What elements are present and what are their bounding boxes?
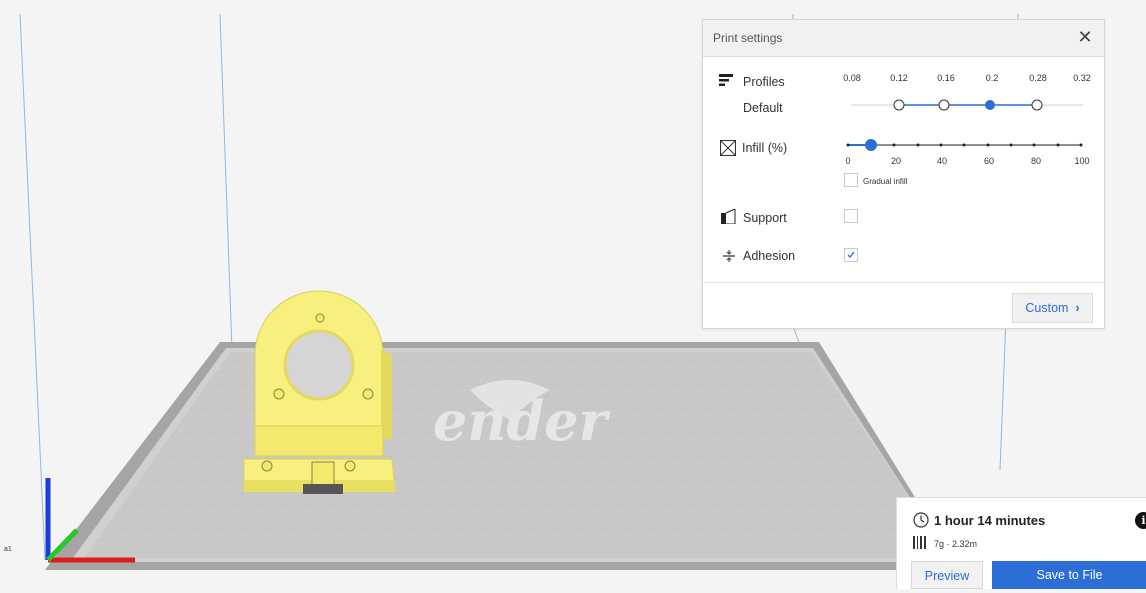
custom-button[interactable]: Custom › — [1012, 293, 1093, 323]
adhesion-label: Adhesion — [743, 249, 796, 263]
infill-icon — [720, 140, 736, 161]
profiles-icon — [719, 73, 733, 91]
gradual-infill-checkbox[interactable] — [844, 173, 858, 187]
infill-tick-80: 80 — [1030, 156, 1041, 166]
preview-button[interactable]: Preview — [911, 561, 983, 589]
panel-header: Print settings ✕ — [703, 20, 1104, 57]
adhesion-icon — [722, 249, 736, 268]
chevron-right-icon: › — [1071, 301, 1080, 315]
side-label: a1 — [4, 546, 12, 553]
material-usage: 7g · 2.32m — [934, 539, 978, 549]
support-icon — [721, 208, 736, 229]
profile-value-0: 0.08 — [843, 73, 861, 83]
profile-option-0-12 — [893, 99, 905, 111]
infill-tick-100: 100 — [1074, 156, 1090, 166]
profile-option-0-28 — [1031, 99, 1043, 111]
print-info-panel: 1 hour 14 minutes i 7g · 2.32m Preview S… — [896, 497, 1146, 589]
support-label: Support — [743, 211, 787, 225]
profiles-label: Profiles — [743, 75, 785, 89]
print-time: 1 hour 14 minutes — [934, 513, 1046, 528]
infill-tick-0: 0 — [845, 156, 851, 166]
profile-slider[interactable] — [851, 97, 1087, 113]
info-icon[interactable]: i — [1135, 512, 1146, 529]
infill-tick-40: 40 — [936, 156, 947, 166]
infill-tick-20: 20 — [890, 156, 901, 166]
custom-button-label: Custom — [1025, 301, 1069, 315]
profile-value-5: 0.32 — [1073, 73, 1091, 83]
profile-option-0-16 — [938, 99, 950, 111]
profile-current[interactable]: Default — [743, 101, 783, 115]
profile-value-2: 0.16 — [937, 73, 955, 83]
adhesion-checkbox[interactable] — [844, 248, 858, 262]
panel-divider — [703, 282, 1104, 283]
panel-title: Print settings — [713, 31, 783, 45]
clock-icon — [913, 512, 929, 533]
infill-tick-60: 60 — [983, 156, 994, 166]
volume-edge-left — [19, 13, 46, 561]
material-icon — [913, 536, 927, 554]
save-to-file-button[interactable]: Save to File — [992, 561, 1146, 589]
infill-label: Infill (%) — [742, 141, 788, 155]
volume-edge-back-left — [219, 13, 233, 351]
infill-handle — [865, 139, 877, 151]
checkmark-icon — [847, 251, 855, 258]
profile-option-0-2-selected — [985, 100, 995, 110]
print-settings-panel: Print settings ✕ Profiles Default 0.08 0… — [702, 19, 1105, 329]
model-part[interactable] — [243, 290, 396, 494]
profile-value-4: 0.28 — [1029, 73, 1047, 83]
profile-value-1: 0.12 — [890, 73, 908, 83]
close-icon[interactable]: ✕ — [1074, 25, 1096, 49]
infill-slider[interactable] — [843, 137, 1088, 153]
gradual-infill-label: Gradual infill — [863, 177, 908, 186]
profile-value-3: 0.2 — [985, 73, 999, 83]
support-checkbox[interactable] — [844, 209, 858, 223]
